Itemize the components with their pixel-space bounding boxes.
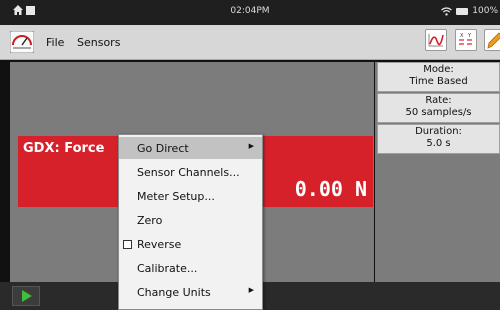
wifi-icon (441, 6, 453, 16)
menu-item-label: Calibrate... (137, 262, 198, 275)
meter-value: 0.00 N (294, 177, 367, 201)
collect-button[interactable] (12, 286, 40, 306)
menu-item-meter-setup[interactable]: Meter Setup... (119, 185, 262, 207)
rate-value: 50 samples/s (405, 107, 472, 118)
menu-item-label: Reverse (137, 238, 182, 251)
graph-view-button[interactable] (425, 29, 447, 51)
battery-percent: 100% (472, 6, 498, 16)
submenu-arrow-icon: ▶ (248, 142, 254, 150)
menu-item-go-direct[interactable]: Go Direct ▶ (119, 137, 262, 159)
status-bar: 02:04PM 100% (0, 0, 500, 25)
submenu-arrow-icon: ▶ (248, 286, 254, 294)
menu-item-label: Go Direct (137, 142, 189, 155)
mode-label: Mode: (423, 64, 454, 75)
sensors-menu[interactable]: Sensors (77, 36, 120, 49)
clock: 02:04PM (230, 6, 270, 16)
menu-item-calibrate[interactable]: Calibrate... (119, 257, 262, 279)
meter-app-icon[interactable] (10, 31, 34, 53)
table-view-button[interactable]: X Y (455, 29, 477, 51)
status-icons: 100% (441, 6, 498, 16)
context-menu: Go Direct ▶ Sensor Channels... Meter Set… (118, 134, 263, 310)
meter-label: GDX: Force (23, 141, 105, 156)
table-icon: X Y (459, 33, 472, 45)
battery-icon (456, 7, 469, 15)
annotate-button[interactable] (484, 29, 500, 51)
menu-item-label: Change Units (137, 286, 211, 299)
svg-text:X: X (460, 33, 464, 39)
app-toolbar: File Sensors X Y (0, 25, 500, 60)
menu-item-zero[interactable]: Zero (119, 209, 262, 231)
menu-item-label: Meter Setup... (137, 190, 215, 203)
graph-icon (428, 34, 444, 47)
rate-box[interactable]: Rate: 50 samples/s (377, 93, 500, 123)
duration-value: 5.0 s (426, 138, 451, 149)
menu-item-sensor-channels[interactable]: Sensor Channels... (119, 161, 262, 183)
reverse-checkbox[interactable] (123, 240, 132, 249)
collection-info-panel: Mode: Time Based Rate: 50 samples/s Dura… (375, 62, 500, 282)
duration-box[interactable]: Duration: 5.0 s (377, 124, 500, 154)
mode-value: Time Based (409, 76, 468, 87)
file-menu[interactable]: File (46, 36, 64, 49)
menu-item-change-units[interactable]: Change Units ▶ (119, 281, 262, 303)
pencil-icon (487, 32, 500, 49)
mode-box[interactable]: Mode: Time Based (377, 62, 500, 92)
rate-label: Rate: (425, 95, 452, 106)
play-icon (22, 290, 32, 302)
menu-item-label: Sensor Channels... (137, 166, 240, 179)
duration-label: Duration: (415, 126, 462, 137)
menu-item-label: Zero (137, 214, 163, 227)
svg-text:Y: Y (467, 33, 472, 39)
menu-item-reverse[interactable]: Reverse (119, 233, 262, 255)
